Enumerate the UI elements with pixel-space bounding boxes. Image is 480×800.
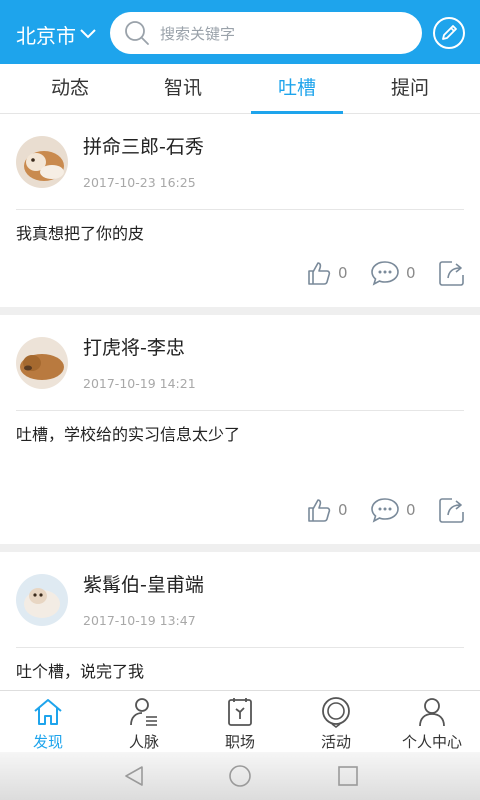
recent-apps-icon[interactable] (336, 764, 360, 788)
divider (16, 209, 464, 210)
avatar[interactable] (16, 574, 68, 626)
like-count: 0 (338, 501, 348, 519)
nav-label: 活动 (320, 733, 351, 751)
top-bar: 北京市 搜索关键字 (0, 0, 480, 64)
share-icon (439, 261, 464, 286)
divider (16, 410, 464, 411)
nav-activity[interactable]: 活动 (288, 691, 384, 753)
system-navigation-bar (0, 752, 480, 800)
nav-discover[interactable]: 发现 (0, 691, 96, 753)
post-actions: 0 0 (288, 496, 466, 524)
author-name[interactable]: 拼命三郎-石秀 (83, 132, 204, 159)
comment-button[interactable]: 0 (370, 497, 420, 523)
nav-label: 个人中心 (401, 733, 462, 751)
comment-button[interactable]: 0 (370, 260, 420, 286)
share-button[interactable] (438, 259, 466, 287)
tab-label: 动态 (50, 77, 89, 99)
share-button[interactable] (438, 496, 466, 524)
city-label: 北京市 (16, 23, 76, 48)
category-tabs: 动态 智讯 吐槽 提问 (0, 64, 480, 114)
post-time: 2017-10-19 13:47 (83, 613, 196, 628)
back-icon[interactable] (122, 764, 146, 788)
avatar[interactable] (16, 337, 68, 389)
post-content: 吐槽，学校给的实习信息太少了 (16, 425, 241, 444)
search-icon (125, 21, 149, 45)
nav-label: 职场 (224, 733, 255, 751)
tab-label: 提问 (390, 77, 429, 99)
nav-workplace[interactable]: 职场 (192, 691, 288, 753)
contacts-icon (130, 698, 157, 726)
activity-icon (322, 697, 350, 728)
tab-dynamics[interactable]: 动态 (10, 64, 130, 114)
share-icon (439, 498, 464, 523)
comment-icon (371, 261, 399, 286)
bottom-navigation: 发现 人脉 职场 活动 个人中心 (0, 690, 480, 752)
post-feed: 拼命三郎-石秀 2017-10-23 16:25 我真想把了你的皮 0 0 打虎… (0, 114, 480, 690)
nav-profile[interactable]: 个人中心 (384, 691, 480, 753)
author-name[interactable]: 紫髯伯-皇甫端 (83, 570, 204, 597)
thumbs-up-icon (308, 499, 331, 522)
search-placeholder: 搜索关键字 (160, 24, 236, 43)
nav-contacts[interactable]: 人脉 (96, 691, 192, 753)
tab-complaints[interactable]: 吐槽 (237, 64, 357, 114)
post-card[interactable]: 打虎将-李忠 2017-10-19 14:21 吐槽，学校给的实习信息太少了 0… (0, 315, 480, 544)
divider (16, 647, 464, 648)
chevron-down-icon (80, 29, 96, 39)
workplace-icon (228, 698, 252, 726)
edit-icon[interactable] (432, 16, 466, 50)
comment-count: 0 (406, 501, 416, 519)
comment-count: 0 (406, 264, 416, 282)
home-circle-icon[interactable] (228, 764, 252, 788)
nav-label: 发现 (32, 733, 63, 751)
comment-icon (371, 498, 399, 523)
tab-news[interactable]: 智讯 (123, 64, 243, 114)
like-button[interactable]: 0 (306, 497, 352, 523)
tab-label: 吐槽 (277, 77, 316, 99)
city-selector[interactable]: 北京市 (16, 20, 96, 48)
avatar[interactable] (16, 136, 68, 188)
author-name[interactable]: 打虎将-李忠 (83, 333, 185, 360)
nav-label: 人脉 (128, 733, 159, 751)
post-actions: 0 0 (288, 259, 466, 287)
post-time: 2017-10-19 14:21 (83, 376, 196, 391)
like-button[interactable]: 0 (306, 260, 352, 286)
post-time: 2017-10-23 16:25 (83, 175, 196, 190)
like-count: 0 (338, 264, 348, 282)
post-card[interactable]: 紫髯伯-皇甫端 2017-10-19 13:47 吐个槽，说完了我 (0, 552, 480, 690)
search-input[interactable]: 搜索关键字 (110, 12, 422, 54)
tab-questions[interactable]: 提问 (350, 64, 470, 114)
thumbs-up-icon (308, 262, 331, 285)
post-card[interactable]: 拼命三郎-石秀 2017-10-23 16:25 我真想把了你的皮 0 0 (0, 114, 480, 307)
post-content: 我真想把了你的皮 (16, 224, 145, 243)
tab-label: 智讯 (163, 77, 202, 99)
home-icon (34, 699, 62, 725)
person-icon (419, 698, 445, 727)
post-content: 吐个槽，说完了我 (16, 662, 145, 681)
